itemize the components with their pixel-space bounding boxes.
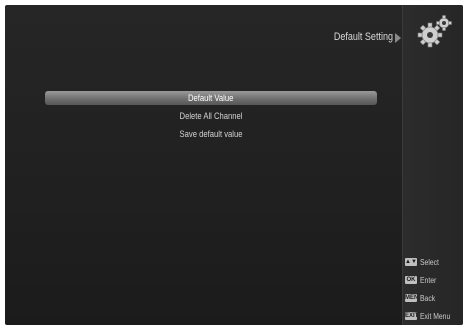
- menu-item-save-default-value[interactable]: Save default value: [45, 127, 377, 141]
- legend-back: MENU Back: [405, 289, 463, 307]
- menu-item-label: Save default value: [179, 129, 243, 139]
- ok-key-icon: OK: [405, 276, 417, 284]
- legend-select: ▲▼ Select: [405, 253, 463, 271]
- legend-label: Exit Menu: [420, 311, 451, 321]
- tv-screen: Default Setting Default Value Delete All: [5, 5, 463, 325]
- header-arrow-icon: [395, 33, 401, 43]
- menu-item-default-value[interactable]: Default Value: [45, 91, 377, 105]
- menu-item-delete-all-channel[interactable]: Delete All Channel: [45, 109, 377, 123]
- key-legend: ▲▼ Select OK Enter MENU Back EXIT Exit M…: [405, 253, 463, 325]
- legend-exit: EXIT Exit Menu: [405, 307, 463, 325]
- page-title: Default Setting: [333, 31, 393, 43]
- updown-key-icon: ▲▼: [405, 258, 417, 266]
- exit-key-icon: EXIT: [405, 312, 417, 320]
- menu-item-label: Delete All Channel: [179, 111, 243, 121]
- legend-label: Enter: [420, 275, 437, 285]
- legend-label: Select: [420, 257, 439, 267]
- menu-item-label: Default Value: [188, 93, 234, 103]
- legend-label: Back: [420, 293, 436, 303]
- gears-icon: [417, 15, 452, 48]
- menu-key-icon: MENU: [405, 294, 417, 302]
- menu-list: Default Value Delete All Channel Save de…: [45, 91, 377, 145]
- legend-enter: OK Enter: [405, 271, 463, 289]
